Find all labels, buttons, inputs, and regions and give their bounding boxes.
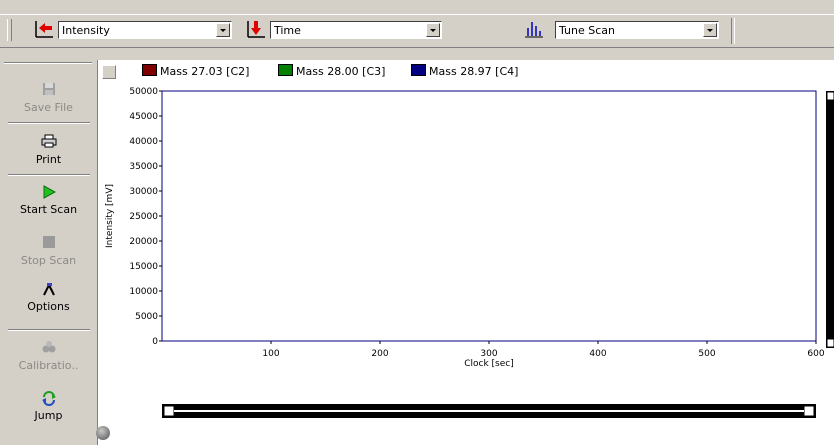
x-tick-label: 300 bbox=[480, 349, 497, 359]
sidebar-separator bbox=[8, 122, 90, 124]
stop-icon bbox=[0, 235, 97, 253]
horizontal-slider-left-handle[interactable] bbox=[163, 405, 175, 417]
print-label: Print bbox=[35, 153, 62, 166]
play-icon bbox=[0, 184, 97, 202]
options-button[interactable]: Options bbox=[0, 281, 97, 313]
sidebar-separator bbox=[8, 329, 90, 331]
sidebar: Save File Print Start Scan Stop Scan Opt… bbox=[0, 60, 98, 445]
horizontal-slider-right-handle[interactable] bbox=[803, 405, 815, 417]
y-tick-label: 40000 bbox=[129, 137, 158, 147]
floppy-icon bbox=[0, 82, 97, 100]
y-axis-label: Intensity [mV] bbox=[105, 184, 115, 248]
vertical-zoom-slider[interactable] bbox=[826, 91, 834, 348]
toolbar-separator bbox=[731, 18, 735, 44]
y-tick-label: 50000 bbox=[129, 87, 158, 97]
calibration-label: Calibratio.. bbox=[18, 359, 79, 372]
x-tick-label: 200 bbox=[371, 349, 388, 359]
y-axis-icon bbox=[33, 18, 55, 40]
calibration-icon bbox=[0, 340, 97, 358]
sidebar-separator bbox=[8, 174, 90, 176]
resize-knob[interactable] bbox=[96, 426, 110, 440]
jump-label: Jump bbox=[34, 409, 63, 422]
stop-scan-button[interactable]: Stop Scan bbox=[0, 235, 97, 267]
x-axis-label: Clock [sec] bbox=[464, 359, 514, 369]
y-tick-label: 25000 bbox=[129, 212, 158, 222]
start-scan-label: Start Scan bbox=[19, 203, 78, 216]
save-file-button[interactable]: Save File bbox=[0, 82, 97, 114]
y-tick-label: 20000 bbox=[129, 237, 158, 247]
x-tick-label: 100 bbox=[262, 349, 279, 359]
jump-button[interactable]: Jump bbox=[0, 390, 97, 422]
toolbar-grip[interactable] bbox=[7, 19, 12, 41]
y-axis: 0 5000 10000 15000 20000 25000 30000 35000 40000… bbox=[129, 87, 162, 347]
scan-mode-select-value: Tune Scan bbox=[559, 24, 615, 37]
plot-area[interactable] bbox=[161, 90, 817, 342]
chart-panel: Mass 27.03 [C2] Mass 28.00 [C3] Mass 28.… bbox=[98, 60, 834, 445]
vertical-slider-top-handle[interactable] bbox=[826, 91, 834, 101]
save-file-label: Save File bbox=[24, 101, 73, 114]
print-button[interactable]: Print bbox=[0, 134, 97, 166]
y-tick-label: 15000 bbox=[129, 262, 158, 272]
options-label: Options bbox=[27, 300, 70, 313]
scan-mode-dropdown-arrow[interactable] bbox=[703, 23, 717, 37]
toolbar: Intensity Time Tune Scan bbox=[0, 14, 834, 48]
y-axis-dropdown-arrow[interactable] bbox=[216, 23, 230, 37]
x-tick-label: 600 bbox=[807, 349, 824, 359]
plot-svg: 0 5000 10000 15000 20000 25000 30000 35000 40000… bbox=[105, 87, 834, 418]
x-axis-dropdown-arrow[interactable] bbox=[426, 23, 440, 37]
stop-scan-label: Stop Scan bbox=[20, 254, 77, 267]
y-axis-select-value: Intensity bbox=[62, 24, 110, 37]
x-tick-label: 400 bbox=[589, 349, 606, 359]
jump-icon bbox=[0, 390, 97, 408]
y-tick-label: 0 bbox=[152, 337, 158, 347]
y-axis-select[interactable]: Intensity bbox=[58, 21, 232, 39]
x-axis: 100 200 300 400 500 600 bbox=[262, 341, 825, 359]
x-tick-label: 500 bbox=[698, 349, 715, 359]
x-axis-select-value: Time bbox=[274, 24, 301, 37]
y-tick-label: 30000 bbox=[129, 187, 158, 197]
vertical-slider-bottom-handle[interactable] bbox=[826, 338, 834, 348]
y-tick-label: 45000 bbox=[129, 112, 158, 122]
y-tick-label: 10000 bbox=[129, 287, 158, 297]
sidebar-grip bbox=[4, 62, 92, 64]
scan-mode-select[interactable]: Tune Scan bbox=[555, 21, 719, 39]
printer-icon bbox=[0, 134, 97, 152]
y-tick-label: 5000 bbox=[135, 312, 158, 322]
scan-mode-icon bbox=[523, 18, 545, 40]
hammer-icon bbox=[0, 281, 97, 299]
y-tick-label: 35000 bbox=[129, 162, 158, 172]
x-axis-icon bbox=[245, 18, 267, 40]
calibration-button[interactable]: Calibratio.. bbox=[0, 340, 97, 372]
x-axis-select[interactable]: Time bbox=[270, 21, 442, 39]
start-scan-button[interactable]: Start Scan bbox=[0, 184, 97, 216]
